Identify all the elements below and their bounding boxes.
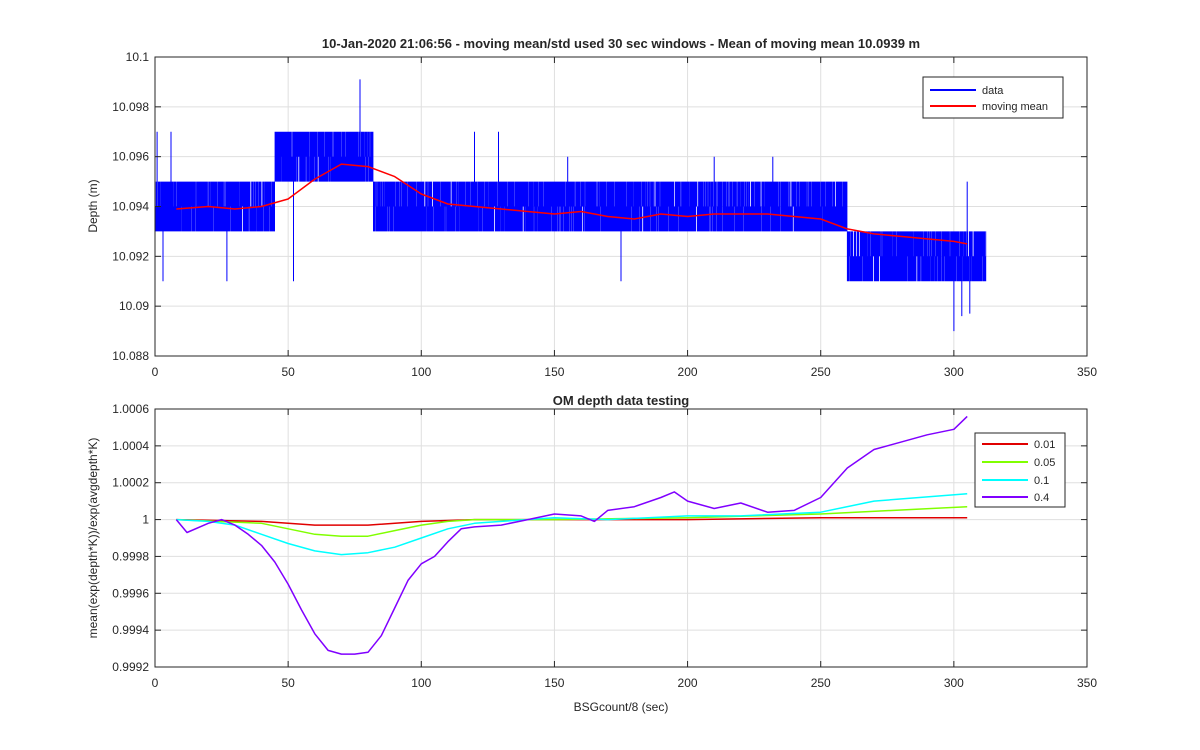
bottom-chart: 0 50 100 150 200 250 300 350 0.9992 0.9994 0.9996 0… bbox=[86, 393, 1097, 714]
x-tick-label: 200 bbox=[678, 365, 698, 379]
bottom-y-axis-label: mean(exp(depth*K))/exp(avgdepth*K) bbox=[86, 438, 100, 639]
x-tick-label: 250 bbox=[811, 365, 831, 379]
y-tick-label: 0.9994 bbox=[112, 623, 149, 637]
y-tick-label: 10.09 bbox=[119, 299, 149, 313]
top-chart: 0 50 100 150 200 250 300 350 10.088 10.09 10.092 10… bbox=[86, 36, 1097, 379]
y-tick-label: 10.096 bbox=[112, 150, 149, 164]
top-y-axis-label: Depth (m) bbox=[86, 179, 100, 232]
y-tick-label: 1.0002 bbox=[112, 476, 149, 490]
bottom-legend: 0.01 0.05 0.1 0.4 bbox=[974, 432, 1066, 508]
bottom-chart-title: OM depth data testing bbox=[553, 393, 690, 408]
legend-label-data: data bbox=[982, 85, 1004, 97]
legend-label-moving-mean: moving mean bbox=[982, 101, 1048, 113]
y-tick-label: 10.088 bbox=[112, 349, 149, 363]
y-tick-label: 1 bbox=[142, 513, 149, 527]
x-tick-label: 150 bbox=[544, 676, 564, 690]
x-tick-label: 0 bbox=[152, 676, 159, 690]
x-tick-label: 100 bbox=[411, 676, 431, 690]
y-tick-label: 0.9998 bbox=[112, 549, 149, 563]
x-tick-label: 300 bbox=[944, 365, 964, 379]
x-tick-label: 0 bbox=[152, 365, 159, 379]
x-tick-label: 300 bbox=[944, 676, 964, 690]
figure: 0 50 100 150 200 250 300 35010.08810.0910.09210… bbox=[0, 0, 1200, 750]
y-tick-label: 10.098 bbox=[112, 100, 149, 114]
legend-label-0.05: 0.05 bbox=[1034, 457, 1055, 469]
x-tick-label: 350 bbox=[1077, 365, 1097, 379]
x-tick-label: 250 bbox=[811, 676, 831, 690]
x-tick-label: 200 bbox=[678, 676, 698, 690]
bottom-x-axis-label: BSGcount/8 (sec) bbox=[574, 700, 669, 714]
legend-label-0.01: 0.01 bbox=[1034, 439, 1055, 451]
x-tick-label: 100 bbox=[411, 365, 431, 379]
y-tick-label: 0.9996 bbox=[112, 586, 149, 600]
x-tick-label: 50 bbox=[281, 365, 295, 379]
y-tick-label: 1.0004 bbox=[112, 439, 149, 453]
legend-label-0.4: 0.4 bbox=[1034, 492, 1049, 504]
x-tick-label: 150 bbox=[544, 365, 564, 379]
y-tick-label: 10.1 bbox=[126, 50, 150, 64]
y-tick-label: 1.0006 bbox=[112, 402, 149, 416]
y-tick-label: 0.9992 bbox=[112, 660, 149, 674]
x-tick-label: 50 bbox=[281, 676, 295, 690]
y-tick-label: 10.092 bbox=[112, 249, 149, 263]
top-chart-title: 10-Jan-2020 21:06:56 - moving mean/std u… bbox=[322, 36, 920, 51]
bottom-plot-area bbox=[155, 409, 1087, 667]
top-legend: data moving mean bbox=[922, 76, 1064, 119]
y-tick-label: 10.094 bbox=[112, 200, 149, 214]
x-tick-label: 350 bbox=[1077, 676, 1097, 690]
legend-label-0.1: 0.1 bbox=[1034, 475, 1049, 487]
